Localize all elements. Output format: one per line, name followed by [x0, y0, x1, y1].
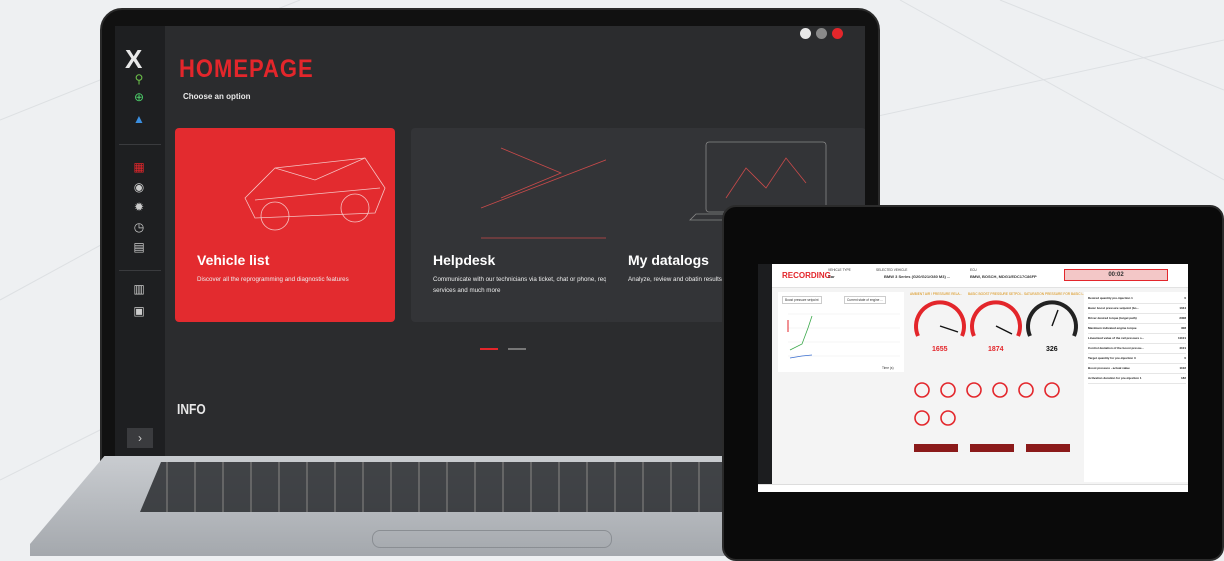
gauges [914, 300, 1078, 452]
list-item[interactable]: Target quantity for pre-injection 30 [1088, 356, 1186, 364]
list-item[interactable]: Basic boost pressure setpoint (bo... 1044 [1088, 306, 1186, 314]
card-description: Discover all the reprogramming and diagn… [197, 276, 349, 283]
page-subtitle: Choose an option [183, 92, 251, 101]
list-item[interactable]: Driver desired torque (target path) 2308 [1088, 316, 1186, 324]
live-chart [787, 313, 900, 359]
carousel-dot[interactable] [480, 348, 498, 350]
carousel-indicators [480, 337, 532, 355]
chart-time-label: Time (s) [882, 366, 894, 370]
vehicle-type-label: VEHICLE TYPE [828, 268, 851, 272]
helpdesk-illustration [480, 147, 612, 239]
card-title: Vehicle list [197, 252, 270, 268]
ecu-label: ECU [970, 268, 977, 272]
card-title: Helpdesk [433, 252, 496, 268]
book-icon[interactable]: ▥ [129, 282, 149, 296]
card-title: My datalogs [628, 252, 709, 268]
card-vehicle-list[interactable]: Vehicle list Discover all the reprogramm… [175, 128, 395, 322]
ecu-value: BMW, BOSCH, MDG1/EDC17C86FP [970, 274, 1037, 279]
window-control-close[interactable] [832, 28, 843, 39]
sidebar: X ⚲ ⊕ ▲ ▦ ◉ ✹ ◷ ▤ ▥ ▣ › [115, 26, 165, 456]
tablet-screen: RECORDING VEHICLE TYPE Car SELECTED VEHI… [758, 264, 1188, 492]
list-item[interactable]: Control deviation of the boost pressu...… [1088, 346, 1186, 354]
selected-vehicle-value: BMW 3 Series (G20/G21/G80 M3) ... [884, 274, 951, 279]
car-illustration [244, 157, 386, 231]
document-icon[interactable]: ▤ [129, 240, 149, 254]
recording-timer: 00:02 [1064, 269, 1168, 281]
gauge-value: 326 [1046, 346, 1058, 353]
timer-icon[interactable]: ◷ [129, 220, 149, 234]
sidebar-divider [119, 144, 161, 145]
window-control-grey[interactable] [816, 28, 827, 39]
list-item[interactable]: Desired quantity pre-injection 10 [1088, 296, 1186, 304]
calendar-icon[interactable]: ▣ [129, 304, 149, 318]
vehicle-type-value: Car [828, 274, 835, 279]
sidebar-divider [119, 270, 161, 271]
live-chart-panel: Boost pressure setpoint Current state of… [778, 292, 904, 372]
tablet-sidebar [758, 264, 772, 492]
gauge-panel: AMBIENT AIR / PRESSURE RELA... BASIC BOO… [910, 292, 1086, 482]
list-item[interactable]: Activation duration for pre-injection 11… [1088, 376, 1186, 384]
recording-title: RECORDING [782, 271, 831, 280]
engine-icon[interactable]: ◉ [129, 180, 149, 194]
usb-icon[interactable]: ⚲ [129, 72, 149, 86]
card-helpdesk[interactable]: Helpdesk Communicate with our technician… [411, 128, 631, 322]
info-section-title: INFO [177, 400, 206, 418]
gauge-value: 1655 [932, 346, 948, 353]
parameter-list: Desired quantity pre-injection 10 Basic … [1084, 292, 1188, 482]
trackpad [372, 530, 612, 548]
sidebar-expand-button[interactable]: › [127, 428, 153, 448]
card-description: Communicate with our technicians via tic… [433, 276, 619, 294]
carousel-dot[interactable] [508, 348, 527, 350]
list-item[interactable]: Linearized value of the rail pressure s.… [1088, 336, 1186, 344]
dashboard-icon[interactable]: ▦ [129, 160, 149, 174]
list-item[interactable]: Boost pressure - actual value 1102 [1088, 366, 1186, 374]
app-logo: X [125, 44, 143, 74]
settings-icon[interactable]: ✹ [129, 200, 149, 214]
window-control-light[interactable] [800, 28, 811, 39]
boxes-icon[interactable]: ▲ [129, 112, 149, 126]
selected-vehicle-label: SELECTED VEHICLE [876, 268, 908, 272]
globe-icon[interactable]: ⊕ [129, 90, 149, 104]
page-title: HOMEPAGE [179, 54, 314, 83]
list-item[interactable]: Maximum indicated engine torque 308 [1088, 326, 1186, 334]
status-bar [758, 484, 1188, 492]
gauge-value: 1874 [988, 346, 1004, 353]
